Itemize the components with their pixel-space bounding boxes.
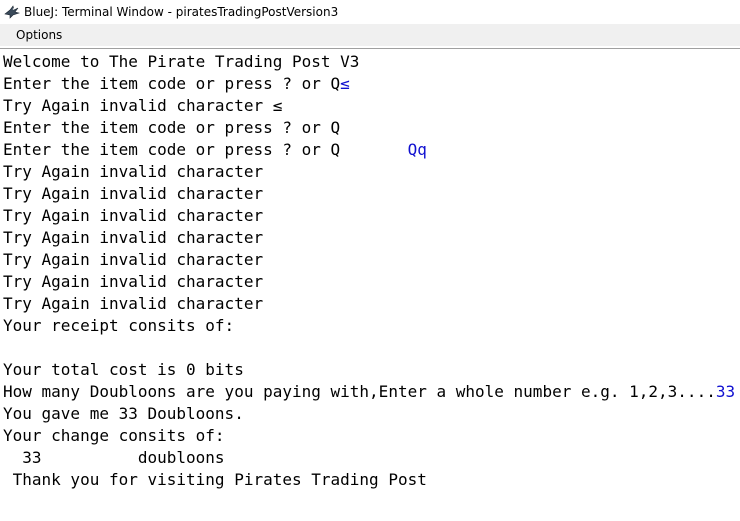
terminal-line: 33 doubloons bbox=[3, 447, 735, 469]
terminal-user-input: 33 bbox=[715, 382, 736, 401]
terminal-line: Try Again invalid character bbox=[3, 249, 735, 271]
terminal-line: How many Doubloons are you paying with,E… bbox=[3, 381, 735, 403]
terminal-output-text: Enter the item code or press ? or Q bbox=[3, 118, 341, 137]
menu-bar: Options bbox=[0, 24, 740, 46]
terminal-output-text: Try Again invalid character ≤ bbox=[3, 96, 283, 115]
terminal-line: Try Again invalid character bbox=[3, 271, 735, 293]
terminal-output-area[interactable]: Welcome to The Pirate Trading Post V3 Ent… bbox=[0, 48, 740, 521]
terminal-line: Enter the item code or press ? or Q Qq bbox=[3, 139, 735, 161]
terminal-line: Try Again invalid character bbox=[3, 293, 735, 315]
terminal-line: You gave me 33 Doubloons. bbox=[3, 403, 735, 425]
menu-options[interactable]: Options bbox=[0, 28, 70, 42]
terminal-output-text: Enter the item code or press ? or Q bbox=[3, 74, 341, 93]
terminal-user-input: Qq bbox=[340, 140, 427, 159]
terminal-line: Try Again invalid character bbox=[3, 227, 735, 249]
terminal-output-text: Try Again invalid character bbox=[3, 206, 264, 225]
terminal-output-text: Try Again invalid character bbox=[3, 228, 264, 247]
terminal-output-text: Try Again invalid character bbox=[3, 184, 264, 203]
terminal-line: Thank you for visiting Pirates Trading P… bbox=[3, 469, 735, 491]
terminal-line: Your total cost is 0 bits bbox=[3, 359, 735, 381]
terminal-output-text: Try Again invalid character bbox=[3, 250, 264, 269]
terminal-output-text: Your receipt consits of: bbox=[3, 316, 235, 335]
terminal-user-input: ≤ bbox=[340, 74, 350, 93]
bluej-bird-icon bbox=[4, 4, 21, 20]
terminal-output-text: You gave me 33 Doubloons. bbox=[3, 404, 244, 423]
terminal-output-text: Enter the item code or press ? or Q bbox=[3, 140, 341, 159]
terminal-line: Try Again invalid character bbox=[3, 205, 735, 227]
terminal-output-text: Try Again invalid character bbox=[3, 272, 264, 291]
terminal-output-text: Your total cost is 0 bits bbox=[3, 360, 244, 379]
terminal-line: Try Again invalid character bbox=[3, 183, 735, 205]
window-title: BlueJ: Terminal Window - piratesTradingP… bbox=[24, 5, 339, 19]
terminal-line: Try Again invalid character bbox=[3, 161, 735, 183]
terminal-text: Welcome to The Pirate Trading Post V3 Ent… bbox=[3, 51, 735, 491]
terminal-line: Your change consits of: bbox=[3, 425, 735, 447]
terminal-line: Your receipt consits of: bbox=[3, 315, 735, 337]
terminal-output-text: Try Again invalid character bbox=[3, 294, 264, 313]
terminal-line: Try Again invalid character ≤ bbox=[3, 95, 735, 117]
terminal-line: Enter the item code or press ? or Q≤ bbox=[3, 73, 735, 95]
terminal-line: Welcome to The Pirate Trading Post V3 bbox=[3, 51, 735, 73]
terminal-output-text: 33 doubloons bbox=[3, 448, 225, 467]
title-bar: BlueJ: Terminal Window - piratesTradingP… bbox=[0, 0, 740, 24]
terminal-output-text: Thank you for visiting Pirates Trading P… bbox=[3, 470, 427, 489]
terminal-output-text: How many Doubloons are you paying with,E… bbox=[3, 382, 716, 401]
terminal-output-text: Your change consits of: bbox=[3, 426, 225, 445]
terminal-line: Enter the item code or press ? or Q bbox=[3, 117, 735, 139]
terminal-output-text: Welcome to The Pirate Trading Post V3 bbox=[3, 52, 360, 71]
terminal-output-text: Try Again invalid character bbox=[3, 162, 264, 181]
terminal-window: BlueJ: Terminal Window - piratesTradingP… bbox=[0, 0, 740, 521]
